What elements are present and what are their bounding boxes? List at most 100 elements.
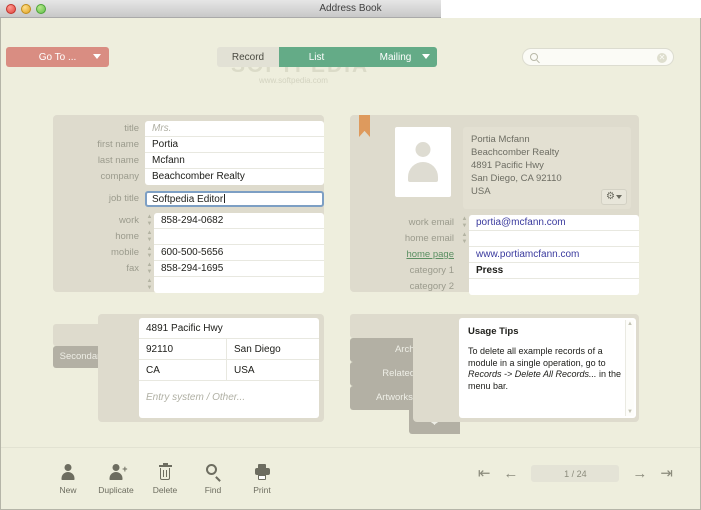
delete-button[interactable]: Delete bbox=[138, 456, 192, 495]
search-icon bbox=[530, 53, 538, 61]
field-row-work-phone: work ▲ ▼ 858-294-0682 bbox=[53, 213, 324, 229]
work-phone-input[interactable]: 858-294-0682 bbox=[154, 213, 324, 229]
previous-record-button[interactable]: ← bbox=[503, 466, 518, 481]
field-row-category-1: category 1 Press bbox=[350, 263, 639, 279]
email-field-list: work email ▲ ▼ portia@mcfann.com home ema… bbox=[350, 215, 639, 295]
field-row-company: company Beachcomber Realty bbox=[53, 169, 324, 185]
notes-scrollbar[interactable]: ▲ ▼ bbox=[625, 320, 634, 416]
search-field[interactable]: ✕ bbox=[522, 48, 674, 66]
field-row-category-2: category 2 bbox=[350, 279, 639, 295]
first-name-input[interactable]: Portia bbox=[145, 137, 324, 153]
record-pager: ⇤ ← 1 / 24 → ⇥ bbox=[478, 465, 673, 482]
chevron-down-icon bbox=[422, 54, 430, 59]
field-label: home email bbox=[404, 233, 454, 244]
trash-icon bbox=[138, 456, 192, 480]
street-input[interactable]: 4891 Pacific Hwy bbox=[139, 318, 319, 338]
work-email-input[interactable]: portia@mcfann.com bbox=[469, 215, 639, 231]
mobile-phone-input[interactable]: 600-500-5656 bbox=[154, 245, 324, 261]
address-row-extra: Entry system / Other... bbox=[139, 381, 319, 415]
entry-system-input[interactable]: Entry system / Other... bbox=[139, 381, 319, 415]
title-input[interactable]: Mrs. bbox=[145, 121, 324, 137]
print-button[interactable]: Print bbox=[235, 456, 289, 495]
job-title-value: Softpedia Editor bbox=[152, 194, 224, 205]
tab-list[interactable]: List bbox=[279, 47, 354, 67]
stepper-icon[interactable]: ▲ ▼ bbox=[460, 215, 469, 231]
go-to-label: Go To ... bbox=[38, 51, 77, 63]
tab-record-label: Record bbox=[231, 51, 265, 63]
zip-input[interactable]: 92110 bbox=[139, 339, 227, 359]
field-row-home-email: home email ▲ ▼ bbox=[350, 231, 639, 247]
chevron-down-icon bbox=[615, 195, 622, 199]
next-record-button[interactable]: → bbox=[632, 466, 647, 481]
printer-icon bbox=[235, 456, 289, 480]
bookmark-icon[interactable] bbox=[359, 115, 370, 137]
address-book-window: Address Book SOFTPEDIA www.softpedia.com… bbox=[0, 0, 701, 510]
category-1-input[interactable]: Press bbox=[469, 263, 639, 279]
field-row-fax: fax ▲ ▼ 858-294-1695 bbox=[53, 261, 324, 277]
tab-mailing-label: Mailing bbox=[379, 51, 412, 63]
clear-icon[interactable]: ✕ bbox=[657, 53, 667, 63]
scroll-down-icon[interactable]: ▼ bbox=[626, 408, 634, 416]
category-2-input[interactable] bbox=[469, 279, 639, 295]
address-row-street: 4891 Pacific Hwy bbox=[139, 318, 319, 339]
stepper-icon[interactable]: ▲ ▼ bbox=[145, 229, 154, 245]
stepper-icon[interactable]: ▲ ▼ bbox=[460, 231, 469, 247]
company-input[interactable]: Beachcomber Realty bbox=[145, 169, 324, 185]
field-label: last name bbox=[97, 155, 139, 166]
go-to-button[interactable]: Go To ... bbox=[6, 47, 109, 67]
country-input[interactable]: USA bbox=[227, 360, 319, 380]
home-email-input[interactable] bbox=[469, 231, 639, 247]
field-label: work email bbox=[408, 217, 454, 228]
notes-card[interactable]: Usage Tips To delete all example records… bbox=[459, 318, 636, 418]
settings-button[interactable]: ⚙ bbox=[601, 189, 627, 205]
duplicate-button[interactable]: + Duplicate bbox=[89, 456, 143, 495]
home-page-link[interactable]: home page bbox=[350, 247, 460, 263]
home-phone-input[interactable] bbox=[154, 229, 324, 245]
notes-title: Usage Tips bbox=[468, 326, 519, 337]
field-row-home-phone: home ▲ ▼ bbox=[53, 229, 324, 245]
fax-input[interactable]: 858-294-1695 bbox=[154, 261, 324, 277]
stepper-icon[interactable]: ▲ ▼ bbox=[145, 245, 154, 261]
contact-details-panel: title Mrs. first name Portia last name M… bbox=[53, 115, 324, 293]
address-grid: 4891 Pacific Hwy 92110 San Diego CA USA … bbox=[139, 318, 319, 418]
tab-mailing[interactable]: Mailing bbox=[354, 47, 437, 67]
field-row-home-page: home page www.portiamcfann.com bbox=[350, 247, 639, 263]
stepper-icon[interactable]: ▲ ▼ bbox=[145, 277, 154, 293]
view-segmented-control[interactable]: Record List Mailing bbox=[217, 47, 437, 67]
stepper-icon[interactable]: ▲ ▼ bbox=[145, 213, 154, 229]
field-label: job title bbox=[108, 193, 139, 204]
contact-field-list: title Mrs. first name Portia last name M… bbox=[53, 121, 324, 293]
new-button[interactable]: New bbox=[41, 456, 95, 495]
scroll-up-icon[interactable]: ▲ bbox=[626, 320, 634, 328]
find-button[interactable]: Find bbox=[186, 456, 240, 495]
duplicate-label: Duplicate bbox=[98, 485, 134, 495]
person-icon bbox=[406, 142, 440, 182]
tab-record[interactable]: Record bbox=[217, 47, 279, 67]
record-counter[interactable]: 1 / 24 bbox=[531, 465, 620, 482]
app-canvas: SOFTPEDIA www.softpedia.com Go To ... Re… bbox=[0, 18, 701, 510]
field-row-first-name: first name Portia bbox=[53, 137, 324, 153]
address-panel: 4891 Pacific Hwy 92110 San Diego CA USA … bbox=[98, 314, 324, 422]
card-line: San Diego, CA 92110 bbox=[471, 173, 562, 184]
stepper-spacer bbox=[460, 263, 469, 279]
field-row-last-name: last name Mcfann bbox=[53, 153, 324, 169]
card-line: Portia Mcfann bbox=[471, 134, 530, 145]
last-record-button[interactable]: ⇥ bbox=[660, 466, 673, 481]
notes-body-part: To delete all example records of a modul… bbox=[468, 346, 606, 368]
gear-icon: ⚙ bbox=[606, 191, 615, 202]
stepper-icon[interactable]: ▲ ▼ bbox=[145, 261, 154, 277]
field-row-job-title: job title Softpedia Editor bbox=[53, 191, 324, 207]
first-record-button[interactable]: ⇤ bbox=[478, 466, 491, 481]
avatar[interactable] bbox=[395, 127, 451, 197]
state-input[interactable]: CA bbox=[139, 360, 227, 380]
last-name-input[interactable]: Mcfann bbox=[145, 153, 324, 169]
address-row-state-country: CA USA bbox=[139, 360, 319, 381]
city-input[interactable]: San Diego bbox=[227, 339, 319, 359]
job-title-input[interactable]: Softpedia Editor bbox=[145, 191, 324, 207]
notes-body: To delete all example records of a modul… bbox=[468, 346, 622, 392]
extra-phone-input[interactable] bbox=[154, 277, 324, 293]
field-label: mobile bbox=[111, 247, 139, 258]
home-page-input[interactable]: www.portiamcfann.com bbox=[469, 247, 639, 263]
search-icon bbox=[186, 456, 240, 482]
field-row-extra-phone: ▲ ▼ bbox=[53, 277, 324, 293]
